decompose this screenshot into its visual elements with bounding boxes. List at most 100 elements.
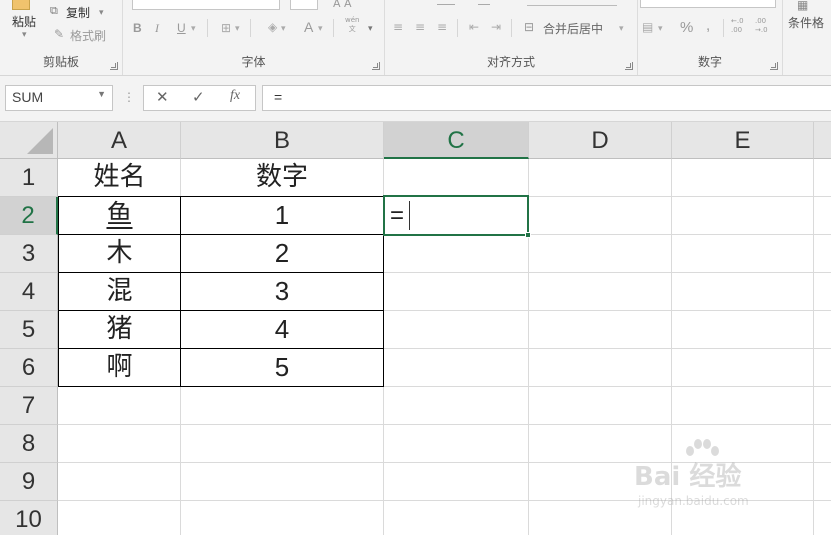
cell-c2-edit-text: = xyxy=(390,202,405,229)
font-group: A A B I U ▾ ⊞ ▾ ◈ ▾ A ▾ wén 文 ▾ 字体 xyxy=(123,0,385,75)
paste-icon[interactable] xyxy=(12,0,30,10)
merge-dropdown-icon[interactable]: ▾ xyxy=(619,22,624,36)
phonetic-dropdown-icon[interactable]: ▾ xyxy=(368,22,373,36)
column-header-c[interactable]: C xyxy=(384,122,529,159)
formula-input[interactable]: = xyxy=(262,85,831,111)
align-center-icon[interactable]: ≡ xyxy=(415,20,425,34)
border-dropdown-icon[interactable]: ▾ xyxy=(235,22,240,36)
top-align-icon[interactable] xyxy=(437,0,455,5)
row-header-10[interactable]: 10 xyxy=(0,501,58,535)
column-header-a[interactable]: A xyxy=(58,122,181,159)
number-launcher-icon[interactable] xyxy=(770,62,778,70)
fill-color-icon[interactable]: ◈ xyxy=(268,20,277,34)
row-header-1[interactable]: 1 xyxy=(0,159,58,197)
cell-a1[interactable]: 姓名 xyxy=(59,159,180,196)
font-group-label: 字体 xyxy=(241,55,266,69)
row-header-2[interactable]: 2 xyxy=(0,197,58,235)
name-box-dropdown-icon[interactable]: ▼ xyxy=(97,89,106,99)
font-separator xyxy=(207,19,208,37)
gridline xyxy=(58,424,831,425)
cell-b6[interactable]: 5 xyxy=(181,349,383,386)
row-header-9[interactable]: 9 xyxy=(0,463,58,501)
formula-bar-resize-handle[interactable]: ⋮ xyxy=(123,90,135,104)
row-header-8[interactable]: 8 xyxy=(0,425,58,463)
merge-center-button[interactable]: 合并后居中 xyxy=(543,20,603,37)
worksheet-grid: A B C D E 1 2 3 4 5 6 7 8 9 10 姓名 数字 鱼 1… xyxy=(0,122,831,535)
cell-b2[interactable]: 1 xyxy=(181,197,383,234)
merge-center-icon[interactable]: ⊟ xyxy=(524,20,534,34)
active-cell-c2[interactable] xyxy=(383,195,531,238)
enter-icon[interactable]: ✓ xyxy=(192,88,205,106)
phonetic-button[interactable]: wén 文 xyxy=(345,16,359,34)
alignment-group: ≡ ≡ ≡ ⇤ ⇥ ⊟ 合并后居中 ▾ 对齐方式 xyxy=(385,0,638,75)
gridline xyxy=(58,386,831,387)
insert-function-icon[interactable]: fx xyxy=(230,88,240,104)
align-separator xyxy=(511,19,512,37)
cell-b1[interactable]: 数字 xyxy=(181,159,383,196)
row-header-6[interactable]: 6 xyxy=(0,349,58,387)
alignment-launcher-icon[interactable] xyxy=(625,62,633,70)
italic-button[interactable]: I xyxy=(155,21,159,36)
font-name-field[interactable] xyxy=(132,0,280,10)
number-format-field[interactable] xyxy=(640,0,776,8)
column-header-e[interactable]: E xyxy=(672,122,814,159)
underline-button[interactable]: U xyxy=(177,21,186,35)
baidu-jingyan-watermark: Bai 经验 jingyan.baidu.com xyxy=(634,438,794,516)
align-right-icon[interactable]: ≡ xyxy=(437,20,447,34)
increase-indent-icon[interactable]: ⇥ xyxy=(491,20,501,34)
decrease-decimal-button[interactable]: .00 →.0 xyxy=(755,17,768,35)
select-all-corner[interactable] xyxy=(0,122,58,159)
name-box[interactable]: SUM ▼ xyxy=(5,85,113,111)
cell-a4[interactable]: 混 xyxy=(59,273,180,310)
decrease-indent-icon[interactable]: ⇤ xyxy=(469,20,479,34)
cell-b3[interactable]: 2 xyxy=(181,235,383,272)
copy-dropdown-icon[interactable]: ▾ xyxy=(99,6,104,20)
cell-b5[interactable]: 4 xyxy=(181,311,383,348)
cancel-icon[interactable]: ✕ xyxy=(156,88,169,106)
cell-a5[interactable]: 猪 xyxy=(59,311,180,348)
border-icon[interactable]: ⊞ xyxy=(221,21,231,35)
cell-a2[interactable]: 鱼 xyxy=(59,197,180,234)
percent-button[interactable]: % xyxy=(680,19,693,36)
font-color-button[interactable]: A xyxy=(304,19,313,35)
increase-decimal-button[interactable]: ←.0 .00 xyxy=(731,17,744,35)
watermark-url: jingyan.baidu.com xyxy=(638,494,749,508)
conditional-format-icon[interactable]: ▦ xyxy=(797,0,808,12)
accounting-dropdown-icon[interactable]: ▾ xyxy=(658,22,663,36)
align-left-icon[interactable]: ≡ xyxy=(393,20,403,34)
font-size-buttons[interactable]: A A xyxy=(333,0,352,10)
paste-dropdown-icon[interactable]: ▾ xyxy=(22,28,27,42)
orientation-icon[interactable] xyxy=(478,0,490,5)
number-group: ▤ ▾ % , ←.0 .00 .00 →.0 数字 xyxy=(638,0,783,75)
row-header-3[interactable]: 3 xyxy=(0,235,58,273)
format-painter-button[interactable]: 格式刷 xyxy=(70,27,106,44)
align-separator xyxy=(457,19,458,37)
copy-button[interactable]: 复制 xyxy=(66,4,90,21)
bold-button[interactable]: B xyxy=(133,21,142,35)
font-launcher-icon[interactable] xyxy=(372,62,380,70)
row-header-7[interactable]: 7 xyxy=(0,387,58,425)
font-separator xyxy=(333,19,334,37)
column-header-f-partial[interactable] xyxy=(814,122,831,159)
column-header-b[interactable]: B xyxy=(181,122,384,159)
copy-icon[interactable]: ⧉ xyxy=(50,4,58,18)
wrap-text-button[interactable] xyxy=(527,0,617,6)
format-painter-icon[interactable]: ✎ xyxy=(54,27,64,41)
row-header-5[interactable]: 5 xyxy=(0,311,58,349)
accounting-format-icon[interactable]: ▤ xyxy=(642,20,653,34)
cell-a3[interactable]: 木 xyxy=(59,235,180,272)
font-color-dropdown-icon[interactable]: ▾ xyxy=(318,22,323,36)
clipboard-group: 粘贴 ▾ ⧉ 复制 ▾ ✎ 格式刷 剪贴板 xyxy=(0,0,123,75)
fill-handle[interactable] xyxy=(525,232,531,238)
row-header-4[interactable]: 4 xyxy=(0,273,58,311)
font-separator xyxy=(250,19,251,37)
fill-color-dropdown-icon[interactable]: ▾ xyxy=(281,22,286,36)
font-size-field[interactable] xyxy=(290,0,318,10)
clipboard-launcher-icon[interactable] xyxy=(110,62,118,70)
column-header-d[interactable]: D xyxy=(529,122,672,159)
comma-style-button[interactable]: , xyxy=(706,17,710,34)
cell-a6[interactable]: 啊 xyxy=(59,349,180,386)
underline-dropdown-icon[interactable]: ▾ xyxy=(191,22,196,36)
conditional-format-button[interactable]: 条件格 xyxy=(788,14,824,31)
cell-b4[interactable]: 3 xyxy=(181,273,383,310)
